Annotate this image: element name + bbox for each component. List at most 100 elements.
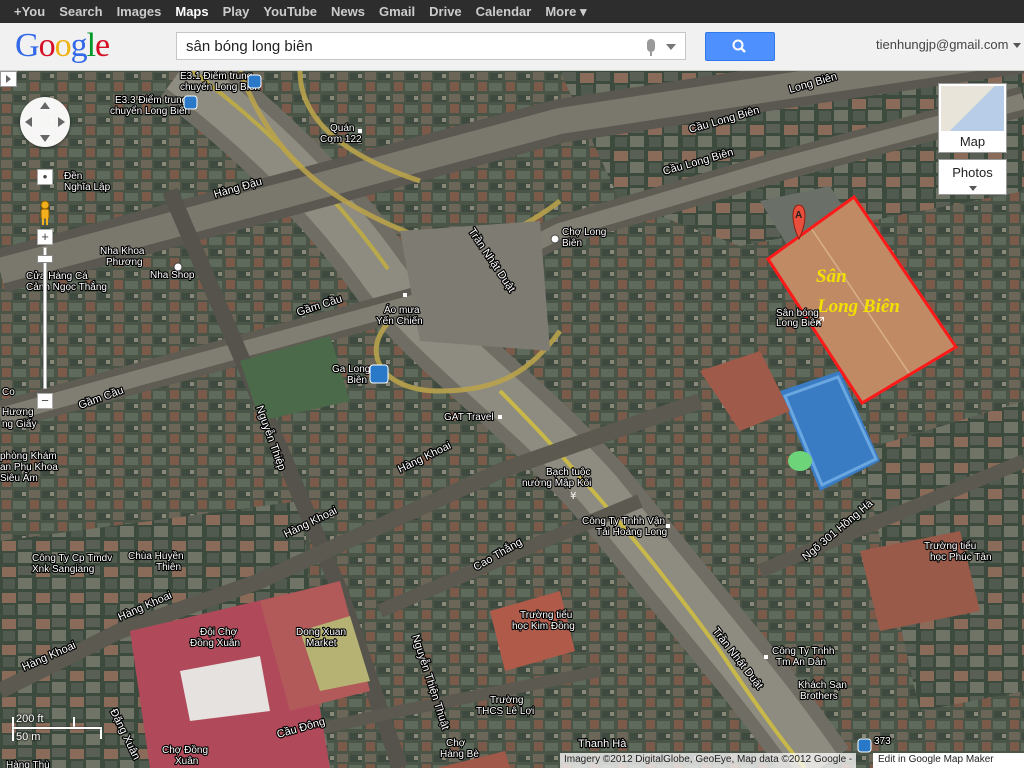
edit-in-map-maker-link[interactable]: Edit in Google Map Maker (873, 753, 1024, 768)
logo-letter: o (38, 27, 56, 64)
scale-tick (12, 717, 14, 741)
bus-stop-icon[interactable] (183, 95, 198, 110)
satellite-imagery: Sân Long Biên Hàng Đậu Gầm Cầu Gầm Cầu T… (0, 71, 1024, 768)
place-label: Hàng Bè (440, 749, 479, 760)
place-label: Thiên (156, 562, 181, 573)
map-type-button[interactable]: Map (938, 83, 1007, 153)
street-view-toggle[interactable]: • (37, 169, 53, 185)
place-label: Phương (106, 257, 143, 268)
zoom-slider-track[interactable] (43, 247, 47, 389)
market-icon (550, 234, 560, 244)
place-label: chuyển Long Biên (110, 105, 190, 117)
place-label: Chùa Huyền (128, 550, 184, 562)
nav-maps[interactable]: Maps (175, 4, 208, 19)
poi-dot-icon (666, 524, 670, 528)
nav-images[interactable]: Images (117, 4, 162, 19)
nav-news[interactable]: News (331, 4, 365, 19)
search-button[interactable] (705, 32, 775, 61)
pan-control[interactable] (20, 97, 70, 147)
account-caret-icon[interactable] (1013, 43, 1021, 48)
logo-letter: e (95, 27, 110, 64)
pan-left-icon[interactable] (25, 117, 32, 127)
google-logo[interactable]: Google (15, 27, 110, 65)
place-label: Trường tiểu (924, 540, 976, 552)
place-label: Hàng Thù (6, 760, 50, 768)
place-label: Hương (2, 407, 34, 418)
place-label: Ga Long (332, 364, 370, 375)
place-label: Trường (490, 695, 523, 706)
scale-meters-label: 50 m (16, 731, 41, 743)
satellite-map[interactable]: Sân Long Biên Hàng Đậu Gầm Cầu Gầm Cầu T… (0, 71, 1024, 768)
nav-search[interactable]: Search (59, 4, 102, 19)
nav-calendar[interactable]: Calendar (476, 4, 532, 19)
place-label: Chợ Đồng (162, 744, 208, 756)
marker-label: A (795, 210, 802, 221)
place-label: an Phụ Khoa (0, 462, 58, 473)
place-label: Chợ (446, 738, 466, 749)
pan-right-icon[interactable] (58, 117, 65, 127)
microphone-icon[interactable] (647, 39, 655, 56)
nav-more[interactable]: More ▾ (545, 4, 586, 20)
place-label: ng Giấy (2, 418, 36, 430)
pan-up-icon[interactable] (40, 102, 50, 109)
place-label: Đền (64, 170, 82, 182)
place-label: Co (2, 387, 15, 398)
scale-tick (100, 729, 102, 739)
zoom-slider-handle[interactable] (37, 255, 53, 263)
photos-label: Photos (952, 165, 993, 180)
photos-button[interactable]: Photos (938, 159, 1007, 195)
place-label: E3.3 Điểm trung (115, 94, 187, 106)
place-label: Dong Xuan (296, 627, 346, 638)
pan-down-icon[interactable] (40, 135, 50, 142)
map-type-label: Map (959, 134, 986, 149)
poi-dot-icon (403, 293, 407, 297)
place-label: học Kim Đồng (512, 620, 575, 632)
collapse-panel-button[interactable] (0, 71, 17, 87)
bus-stop-icon[interactable] (857, 738, 872, 753)
nav-drive[interactable]: Drive (429, 4, 462, 19)
place-label: nướng Mập Kôi (522, 478, 591, 489)
nav-play[interactable]: Play (223, 4, 250, 19)
magnifier-icon (732, 39, 746, 53)
place-label: Đồng Xuân (190, 637, 240, 649)
place-label: Siêu Âm (0, 471, 38, 484)
place-label: Biên (562, 238, 582, 249)
place-label: học Phúc Tân (930, 552, 992, 563)
bus-stop-icon[interactable] (247, 74, 262, 89)
pegman-icon[interactable] (38, 200, 52, 226)
poi-dot-icon (764, 655, 768, 659)
place-label: Biên (347, 375, 367, 386)
search-options-dropdown-icon[interactable] (666, 44, 676, 50)
place-label: Nghĩa Lập (64, 182, 111, 193)
place-label: Nha Khoa (100, 246, 145, 257)
place-label: E3.1 Điểm trung (180, 71, 252, 82)
nav-plus-you[interactable]: +You (14, 4, 45, 19)
place-label: Khách Sạn (798, 680, 847, 691)
nav-gmail[interactable]: Gmail (379, 4, 415, 19)
place-label: Quán (330, 123, 354, 134)
zoom-in-button[interactable]: + (37, 229, 53, 245)
overlay-label-line2: Long Biên (816, 296, 900, 317)
place-label: Áo mưa (384, 303, 420, 316)
scale-line (12, 727, 102, 729)
shop-icon (173, 262, 183, 272)
logo-letter: G (15, 27, 40, 64)
search-input[interactable]: sân bóng long biên (176, 32, 686, 60)
pegman-figure-icon (40, 200, 50, 225)
place-label: THCS Lê Lợi (476, 706, 534, 717)
zoom-out-button[interactable]: − (37, 393, 53, 409)
train-station-icon[interactable] (369, 364, 389, 384)
map-attribution: Imagery ©2012 DigitalGlobe, GeoEye, Map … (560, 753, 857, 768)
stadium-icon: ♐ (815, 315, 825, 328)
street-label: Thanh Hà (578, 738, 627, 750)
place-label: Đội Chợ (200, 627, 238, 638)
place-label: Cửa Hàng Cá (26, 270, 88, 282)
place-label: Market (306, 638, 337, 649)
place-label: 373 (874, 736, 891, 747)
nav-youtube[interactable]: YouTube (263, 4, 317, 19)
place-label: Chợ Long (562, 227, 606, 238)
search-query-text: sân bóng long biên (186, 38, 313, 55)
place-label: Công Ty Tnhh (772, 646, 834, 657)
place-label: Tải Hoàng Long (596, 527, 667, 538)
account-email[interactable]: tienhungjp@gmail.com (876, 37, 1008, 52)
